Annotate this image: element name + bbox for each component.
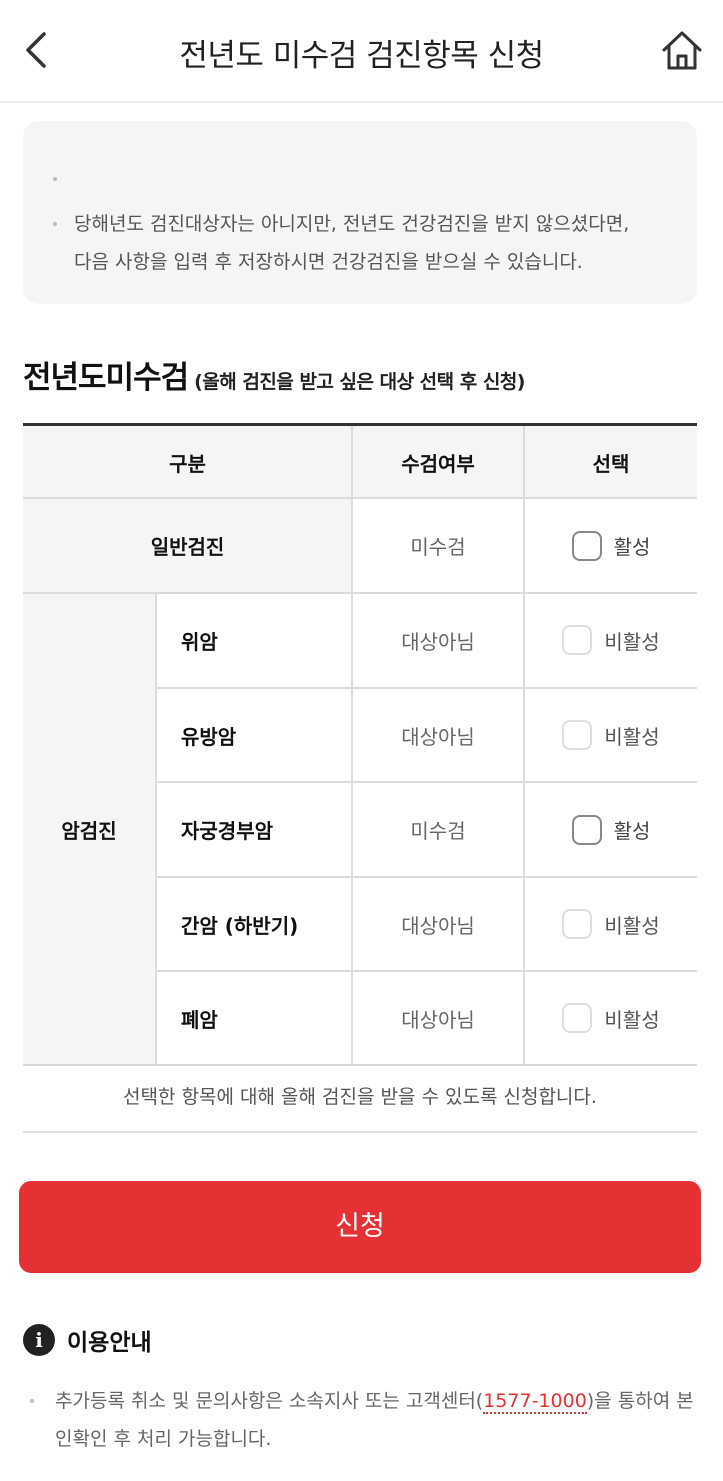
cancer-row-status: 미수검 — [410, 819, 466, 843]
notice-line-1: 당해년도 검진대상자는 아니지만, 전년도 건강검진을 받지 않으셨다면, — [74, 213, 630, 235]
stomach-cancer-checkbox[interactable]: 비활성 — [562, 625, 660, 655]
bullet-dot — [53, 222, 57, 226]
column-header-status: 수검여부 — [401, 451, 475, 476]
table-footnote: 선택한 항목에 대해 올해 검진을 받을 수 있도록 신청합니다. — [23, 1063, 697, 1133]
bullet-dot — [30, 1399, 34, 1403]
page-title: 전년도 미수검 검진항목 신청 — [179, 38, 544, 74]
checkbox-box[interactable] — [562, 625, 593, 655]
cancer-row-label: 간암 (하반기) — [181, 913, 299, 938]
usage-info-heading: i 이용안내 — [23, 1323, 152, 1357]
cancer-row-status: 대상아님 — [401, 629, 475, 654]
checkbox-label: 비활성 — [604, 1007, 660, 1032]
home-icon[interactable] — [658, 26, 706, 74]
cancer-row-select-cell: 비활성 — [525, 593, 697, 687]
general-exam-checkbox[interactable]: 활성 — [571, 530, 651, 561]
checkbox-box[interactable] — [562, 1003, 593, 1033]
general-exam-label: 일반검진 — [150, 535, 225, 559]
submit-button[interactable]: 신청 — [19, 1181, 701, 1273]
exam-table: 구분 수검여부 선택 일반검진 미수검 활성 암검진 위암 대상아님 비활성 유… — [23, 423, 697, 1066]
checkbox-box[interactable] — [571, 530, 602, 561]
column-header-category: 구분 — [169, 451, 206, 476]
cervical-cancer-checkbox[interactable]: 활성 — [571, 814, 651, 845]
cancer-exam-group-label: 암검진 — [61, 818, 117, 843]
notice-line-2: 다음 사항을 입력 후 저장하시면 건강검진을 받으실 수 있습니다. — [74, 251, 583, 273]
bullet-dot — [53, 177, 57, 181]
checkbox-label: 활성 — [613, 819, 651, 843]
section-subtitle: (올해 검진을 받고 싶은 대상 선택 후 신청) — [194, 371, 525, 393]
notice-box: 당해년도 검진대상자는 아니지만, 전년도 건강검진을 받지 않으셨다면, 다음… — [23, 121, 697, 304]
usage-info-body: 추가등록 취소 및 문의사항은 소속지사 또는 고객센터(1577-1000)을… — [30, 1382, 700, 1458]
cancer-row-status: 대상아님 — [401, 1007, 475, 1032]
info-icon: i — [23, 1324, 55, 1356]
lung-cancer-checkbox[interactable]: 비활성 — [562, 1003, 660, 1033]
cancer-row-status: 대상아님 — [401, 724, 475, 749]
general-exam-status: 미수검 — [410, 535, 466, 559]
cancer-row-label: 자궁경부암 — [181, 819, 273, 843]
usage-info-title: 이용안내 — [67, 1330, 152, 1356]
checkbox-label: 활성 — [613, 535, 651, 559]
section-title: 전년도미수검 — [23, 360, 189, 396]
cancer-row-select-cell: 비활성 — [525, 971, 697, 1065]
cancer-row-label: 위암 — [181, 629, 218, 654]
usage-info-text-before: 추가등록 취소 및 문의사항은 소속지사 또는 고객센터( — [55, 1390, 484, 1412]
cancer-row-select-cell: 비활성 — [525, 688, 697, 782]
checkbox-box[interactable] — [571, 814, 602, 845]
customer-center-phone-link[interactable]: 1577-1000 — [483, 1390, 587, 1414]
checkbox-box[interactable] — [562, 909, 593, 939]
general-exam-select-cell: 활성 — [525, 498, 697, 593]
cancer-row-label: 폐암 — [181, 1007, 218, 1032]
cancer-row-select-cell: 비활성 — [525, 877, 697, 971]
liver-cancer-checkbox[interactable]: 비활성 — [562, 909, 660, 939]
checkbox-label: 비활성 — [604, 724, 660, 749]
cancer-row-status: 대상아님 — [401, 913, 475, 938]
column-header-select: 선택 — [592, 451, 630, 476]
cancer-row-label: 유방암 — [181, 724, 237, 749]
checkbox-label: 비활성 — [604, 913, 660, 938]
breast-cancer-checkbox[interactable]: 비활성 — [562, 720, 660, 750]
cancer-row-select-cell: 활성 — [525, 782, 697, 877]
usage-info-text: 추가등록 취소 및 문의사항은 소속지사 또는 고객센터(1577-1000)을… — [30, 1382, 700, 1458]
checkbox-label: 비활성 — [604, 629, 660, 654]
checkbox-box[interactable] — [562, 720, 593, 750]
section-heading: 전년도미수검 (올해 검진을 받고 싶은 대상 선택 후 신청) — [23, 352, 525, 397]
top-app-bar: 전년도 미수검 검진항목 신청 — [0, 0, 723, 103]
